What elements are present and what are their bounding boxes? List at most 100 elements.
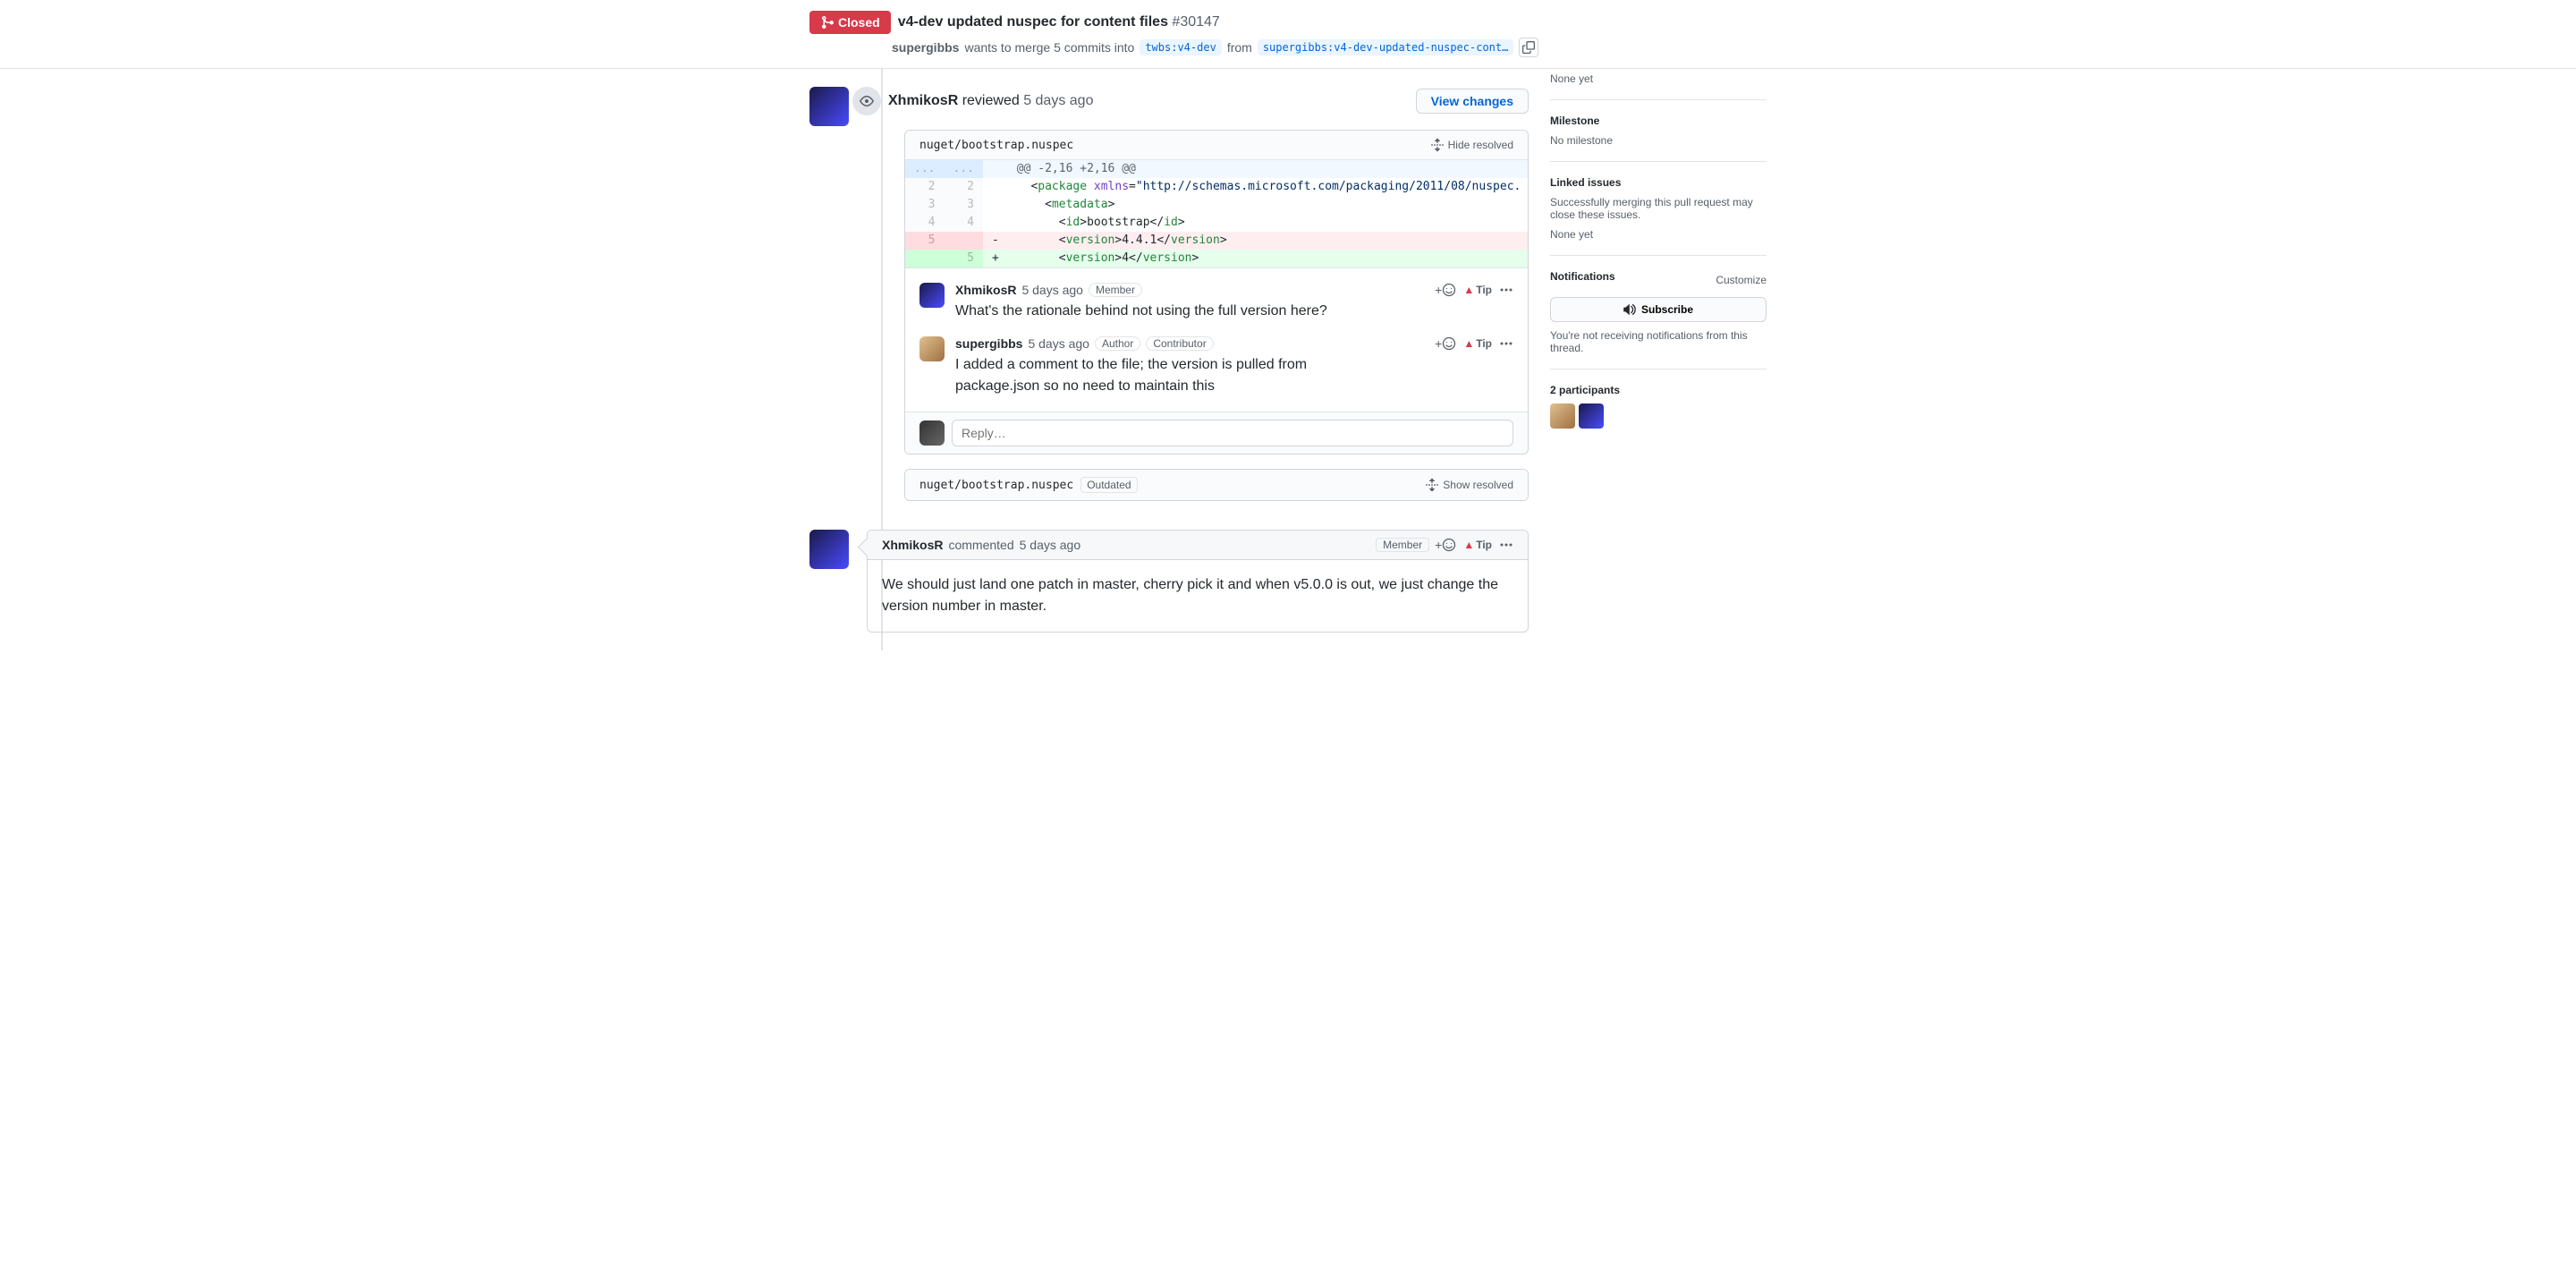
code-cell: <metadata> — [1008, 196, 1529, 214]
file-path[interactable]: nuget/bootstrap.nuspec — [919, 479, 1073, 492]
head-branch[interactable]: supergibbs:v4-dev-updated-nuspec-cont… — [1258, 39, 1514, 55]
tip-label: Tip — [1476, 337, 1492, 350]
add-reaction-button[interactable]: + — [1435, 538, 1456, 552]
review-thread: nuget/bootstrap.nuspec Hide resolved ...… — [904, 130, 1529, 454]
tip-button[interactable]: ▲ Tip — [1463, 337, 1492, 350]
sidebar-desc: You're not receiving notifications from … — [1550, 329, 1767, 354]
timeline-connector — [881, 69, 883, 519]
show-resolved-button[interactable]: Show resolved — [1425, 478, 1513, 492]
comment-body-text: I added a comment to the file; the versi… — [955, 354, 1394, 397]
plus-label: + — [1435, 283, 1442, 297]
line-num — [944, 232, 982, 250]
diff-line-addition: 5 + <version>4</version> — [905, 250, 1529, 268]
sidebar-linked-issues[interactable]: Linked issues Successfully merging this … — [1550, 162, 1767, 256]
line-num[interactable]: 4 — [905, 214, 944, 232]
line-num[interactable]: 3 — [905, 196, 944, 214]
add-reaction-button[interactable]: + — [1435, 336, 1456, 351]
merge-desc-1: wants to merge 5 commits into — [964, 40, 1134, 55]
customize-link[interactable]: Customize — [1716, 274, 1767, 286]
avatar[interactable] — [809, 87, 849, 126]
review-event-badge — [852, 87, 881, 115]
inline-comments: XhmikosR 5 days ago Member + ▲ Tip — [905, 268, 1528, 412]
sidebar-heading: Notifications — [1550, 270, 1615, 283]
kebab-icon — [1499, 283, 1513, 297]
comment-author[interactable]: XhmikosR — [882, 538, 943, 552]
smiley-icon — [1442, 538, 1456, 552]
comment-body-text: We should just land one patch in master,… — [868, 560, 1528, 632]
sidebar-heading: 2 participants — [1550, 384, 1767, 396]
role-badge: Contributor — [1146, 336, 1213, 351]
review-time[interactable]: 5 days ago — [1023, 93, 1093, 108]
tip-button[interactable]: ▲ Tip — [1463, 284, 1492, 296]
file-path[interactable]: nuget/bootstrap.nuspec — [919, 139, 1073, 152]
copy-branch-button[interactable] — [1519, 38, 1538, 57]
sidebar-none-yet: None yet — [1550, 72, 1767, 85]
pr-author[interactable]: supergibbs — [892, 40, 959, 55]
comment-author[interactable]: XhmikosR — [955, 283, 1016, 297]
diff-line-deletion: 5 - <version>4.4.1</version> — [905, 232, 1529, 250]
line-num[interactable]: 2 — [944, 178, 982, 196]
pr-sticky-header: Closed v4-dev updated nuspec for content… — [0, 0, 2576, 69]
diff-line-context: 4 4 <id>bootstrap</id> — [905, 214, 1529, 232]
comment-author[interactable]: supergibbs — [955, 336, 1022, 351]
line-num[interactable]: 3 — [944, 196, 982, 214]
comment-menu-button[interactable] — [1499, 538, 1513, 552]
sidebar-milestone[interactable]: Milestone No milestone — [1550, 100, 1767, 162]
role-badge: Author — [1095, 336, 1140, 351]
diff-line-context: 2 2 <package xmlns="http://schemas.micro… — [905, 178, 1529, 196]
unfold-icon — [1425, 478, 1439, 492]
reply-box — [905, 412, 1528, 454]
kebab-icon — [1499, 538, 1513, 552]
inline-comment: XhmikosR 5 days ago Member + ▲ Tip — [919, 276, 1513, 329]
reply-input[interactable] — [952, 420, 1513, 446]
diff-line-context: 3 3 <metadata> — [905, 196, 1529, 214]
tip-button[interactable]: ▲ Tip — [1463, 539, 1492, 551]
line-num-expand[interactable]: ... — [905, 160, 944, 178]
participant-avatar[interactable] — [1550, 403, 1575, 429]
base-branch[interactable]: twbs:v4-dev — [1140, 39, 1221, 55]
line-num[interactable]: 5 — [944, 250, 982, 268]
participant-avatar[interactable] — [1579, 403, 1604, 429]
sidebar-value: None yet — [1550, 228, 1767, 241]
unmute-icon — [1623, 303, 1636, 316]
sidebar-notifications: Notifications Customize Subscribe You're… — [1550, 256, 1767, 369]
line-num[interactable]: 4 — [944, 214, 982, 232]
hunk-text: @@ -2,16 +2,16 @@ — [1008, 160, 1529, 178]
smiley-icon — [1442, 283, 1456, 297]
subscribe-button[interactable]: Subscribe — [1550, 297, 1767, 322]
comment-menu-button[interactable] — [1499, 336, 1513, 351]
show-resolved-label: Show resolved — [1443, 479, 1513, 491]
pr-title[interactable]: v4-dev updated nuspec for content files — [898, 14, 1168, 30]
reviewer-name[interactable]: XhmikosR — [888, 93, 958, 108]
avatar[interactable] — [919, 283, 945, 308]
line-num[interactable]: 2 — [905, 178, 944, 196]
plus-label: + — [1435, 538, 1442, 552]
plus-label: + — [1435, 336, 1442, 351]
view-changes-button[interactable]: View changes — [1416, 89, 1529, 114]
comment-time[interactable]: 5 days ago — [1020, 538, 1081, 552]
add-reaction-button[interactable]: + — [1435, 283, 1456, 297]
hide-resolved-button[interactable]: Hide resolved — [1430, 138, 1513, 152]
sidebar-heading: Milestone — [1550, 115, 1767, 127]
role-badge: Member — [1089, 283, 1142, 297]
outdated-badge: Outdated — [1080, 477, 1137, 493]
eye-icon — [860, 94, 874, 108]
line-num — [905, 250, 944, 268]
comment-time[interactable]: 5 days ago — [1028, 336, 1089, 351]
avatar[interactable] — [919, 420, 945, 446]
tip-label: Tip — [1476, 284, 1492, 296]
timeline: XhmikosR reviewed 5 days ago View change… — [809, 72, 1529, 633]
from-text: from — [1227, 40, 1252, 55]
avatar[interactable] — [919, 336, 945, 361]
comment-menu-button[interactable] — [1499, 283, 1513, 297]
code-cell: <package xmlns="http://schemas.microsoft… — [1008, 178, 1529, 196]
line-num[interactable]: 5 — [905, 232, 944, 250]
hide-resolved-label: Hide resolved — [1448, 139, 1513, 151]
pr-number: #30147 — [1172, 14, 1219, 30]
line-num-expand[interactable]: ... — [944, 160, 982, 178]
comment-time[interactable]: 5 days ago — [1021, 283, 1083, 297]
role-badge: Member — [1376, 538, 1429, 552]
avatar[interactable] — [809, 530, 849, 569]
state-label: Closed — [838, 15, 880, 30]
comment-body-text: What's the rationale behind not using th… — [955, 301, 1513, 322]
